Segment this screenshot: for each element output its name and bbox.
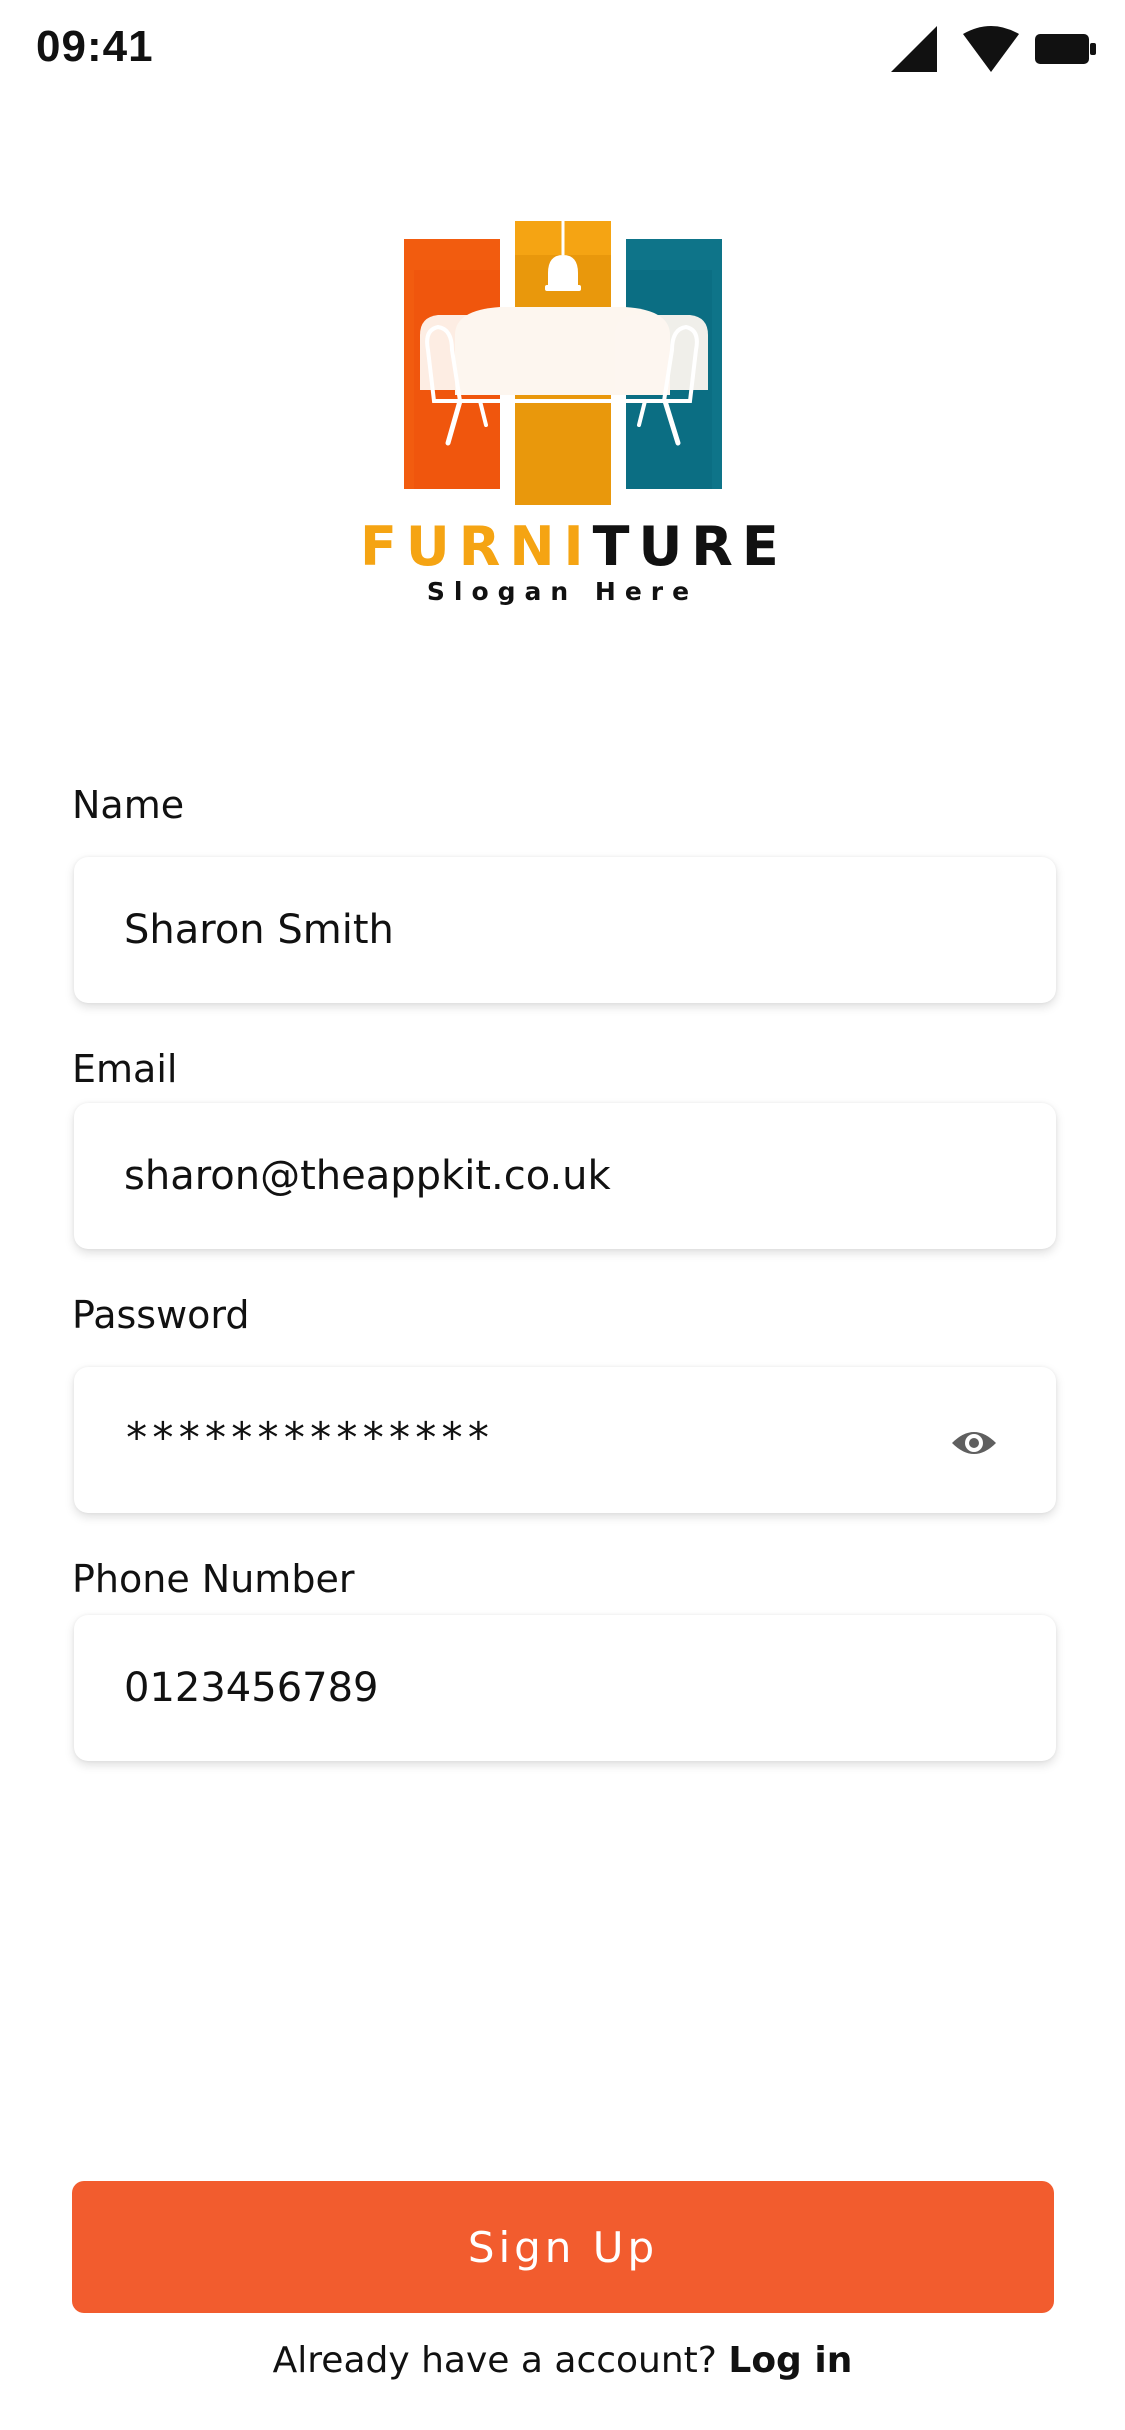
login-link[interactable]: Log in	[728, 2340, 852, 2381]
login-prompt-text: Already have a account?	[272, 2340, 717, 2381]
name-input[interactable]	[124, 857, 974, 1003]
password-input[interactable]: **************	[124, 1413, 492, 1462]
brand-wordmark-part1: FURNI	[360, 515, 593, 578]
login-prompt: Already have a account? Log in	[0, 2340, 1125, 2381]
password-label: Password	[72, 1293, 250, 1337]
furniture-logo-icon	[404, 221, 722, 505]
brand-logo: FURNITURE Slogan Here	[360, 215, 779, 615]
brand-wordmark: FURNITURE	[360, 515, 779, 578]
eye-icon[interactable]	[950, 1419, 998, 1467]
status-time: 09:41	[36, 22, 154, 71]
battery-icon	[1035, 34, 1096, 64]
cellular-signal-icon	[891, 26, 937, 72]
email-field	[74, 1103, 1056, 1249]
status-bar: 09:41	[0, 0, 1125, 100]
brand-wordmark-part2: TURE	[592, 515, 788, 578]
sign-up-button[interactable]: Sign Up	[72, 2181, 1054, 2313]
phone-label: Phone Number	[72, 1557, 355, 1601]
email-label: Email	[72, 1047, 178, 1091]
name-field	[74, 857, 1056, 1003]
name-label: Name	[72, 783, 185, 827]
brand-slogan: Slogan Here	[426, 577, 699, 606]
phone-input[interactable]	[124, 1615, 974, 1761]
phone-field	[74, 1615, 1056, 1761]
wifi-icon	[963, 26, 1019, 72]
password-field[interactable]: **************	[74, 1367, 1056, 1513]
email-input[interactable]	[124, 1103, 974, 1249]
